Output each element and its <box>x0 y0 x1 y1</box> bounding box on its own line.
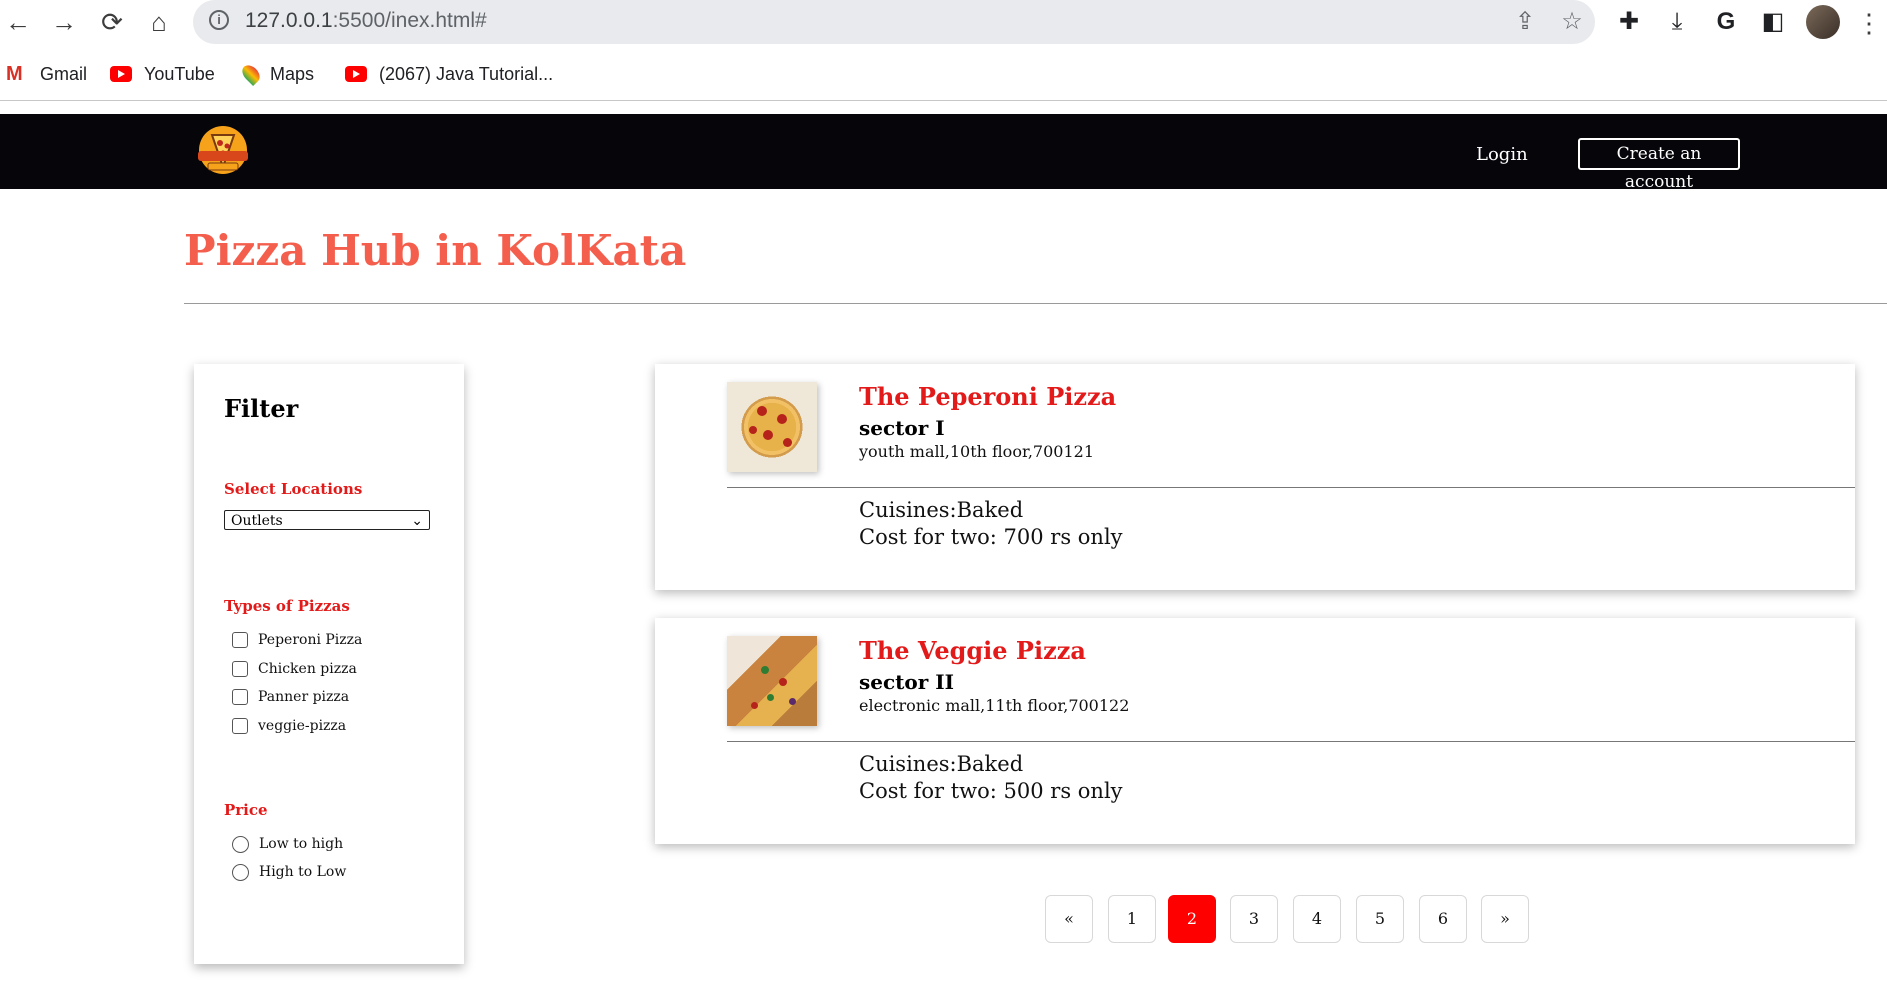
pizza-type-option[interactable]: Panner pizza <box>232 686 349 708</box>
price-label: Price <box>224 801 268 819</box>
pizza-types-label: Types of Pizzas <box>224 597 350 615</box>
bookmark-label: YouTube <box>144 63 215 84</box>
reload-icon[interactable]: ⟳ <box>96 6 128 38</box>
checkbox[interactable] <box>232 661 248 677</box>
pagination-page[interactable]: 4 <box>1293 895 1341 943</box>
option-label: High to Low <box>259 864 347 880</box>
option-label: Peperoni Pizza <box>258 632 363 648</box>
restaurant-address: youth mall,10th floor,700121 <box>859 442 1094 461</box>
card-divider <box>727 487 1855 488</box>
restaurant-cost: Cost for two: 700 rs only <box>859 525 1123 549</box>
menu-dots-icon[interactable]: ⋮ <box>1856 8 1882 38</box>
chrome-divider <box>0 100 1887 101</box>
pizza-type-option[interactable]: Peperoni Pizza <box>232 629 362 651</box>
option-label: Chicken pizza <box>258 661 357 677</box>
pagination-page-current[interactable]: 2 <box>1168 895 1216 943</box>
price-option[interactable]: Low to high <box>232 833 343 855</box>
bookmark-star-icon[interactable]: ☆ <box>1556 6 1588 38</box>
share-icon[interactable]: ⇪ <box>1509 6 1541 38</box>
locations-select[interactable]: Outlets ⌄ <box>224 510 430 530</box>
url-text[interactable]: 127.0.0.1:5500/inex.html# <box>245 9 487 33</box>
restaurant-sector: sector I <box>859 416 945 440</box>
pagination-prev[interactable]: « <box>1045 895 1093 943</box>
restaurant-cuisine: Cuisines:Baked <box>859 498 1024 522</box>
extensions-puzzle-icon[interactable]: ✚ <box>1613 6 1645 38</box>
site-navbar: Login Create an account <box>0 114 1887 192</box>
browser-toolbar: ← → ⟳ ⌂ i 127.0.0.1:5500/inex.html# ⇪ ☆ … <box>0 0 1887 44</box>
maps-pin-icon <box>238 61 264 87</box>
locations-select-value: Outlets <box>231 513 283 529</box>
bookmark-java-tutorial[interactable]: (2067) Java Tutorial... <box>345 62 553 86</box>
radio-button[interactable] <box>232 835 249 853</box>
option-label: Low to high <box>259 836 344 852</box>
pizza-image <box>727 636 817 726</box>
pagination-page[interactable]: 6 <box>1419 895 1467 943</box>
restaurant-name[interactable]: The Veggie Pizza <box>859 636 1086 665</box>
home-icon[interactable]: ⌂ <box>143 6 175 38</box>
pizza-image <box>727 382 817 472</box>
option-label: veggie-pizza <box>258 718 347 734</box>
restaurant-sector: sector II <box>859 670 954 694</box>
download-icon[interactable]: ⤓ <box>1661 6 1693 38</box>
create-account-button[interactable]: Create an account <box>1578 138 1740 192</box>
restaurant-cuisine: Cuisines:Baked <box>859 752 1024 776</box>
back-arrow-icon[interactable]: ← <box>2 6 34 38</box>
bookmark-label: Gmail <box>40 63 88 84</box>
option-label: Panner pizza <box>258 689 350 705</box>
pagination-page[interactable]: 3 <box>1230 895 1278 943</box>
price-option[interactable]: High to Low <box>232 861 346 883</box>
locations-label: Select Locations <box>224 480 363 498</box>
site-info-icon[interactable]: i <box>209 10 229 30</box>
youtube-icon <box>345 66 367 82</box>
pagination-next[interactable]: » <box>1481 895 1529 943</box>
pagination-page[interactable]: 5 <box>1356 895 1404 943</box>
bookmark-maps[interactable]: Maps <box>238 61 315 87</box>
address-bar[interactable]: i 127.0.0.1:5500/inex.html# ⇪ ☆ <box>193 0 1595 44</box>
restaurant-card[interactable]: The Veggie Pizza sector II electronic ma… <box>655 618 1855 844</box>
bookmarks-bar: M Gmail YouTube Maps (2067) Java Tutoria… <box>0 52 1887 94</box>
google-g-icon[interactable]: G <box>1710 6 1742 38</box>
filter-heading: Filter <box>224 394 299 423</box>
bookmark-gmail[interactable]: M Gmail <box>6 62 87 86</box>
page-title: Pizza Hub in KolKata <box>184 226 687 275</box>
bookmark-label: (2067) Java Tutorial... <box>379 63 554 84</box>
checkbox[interactable] <box>232 718 248 734</box>
avatar[interactable] <box>1806 5 1840 39</box>
login-link[interactable]: Login <box>1476 144 1528 165</box>
checkbox[interactable] <box>232 689 248 705</box>
chevron-down-icon: ⌄ <box>411 513 423 529</box>
filter-panel: Filter Select Locations Outlets ⌄ Types … <box>194 364 464 964</box>
youtube-icon <box>110 66 132 82</box>
pagination-page[interactable]: 1 <box>1108 895 1156 943</box>
bookmark-youtube[interactable]: YouTube <box>110 62 215 86</box>
side-panel-icon[interactable]: ◧ <box>1757 6 1789 38</box>
bookmark-label: Maps <box>270 63 315 84</box>
title-divider <box>184 303 1887 304</box>
restaurant-cost: Cost for two: 500 rs only <box>859 779 1123 803</box>
pizza-type-option[interactable]: veggie-pizza <box>232 715 346 737</box>
pizza-type-option[interactable]: Chicken pizza <box>232 658 357 680</box>
forward-arrow-icon[interactable]: → <box>48 6 80 38</box>
gmail-icon: M <box>6 63 23 85</box>
checkbox[interactable] <box>232 632 248 648</box>
restaurant-address: electronic mall,11th floor,700122 <box>859 696 1130 715</box>
pizza-logo-icon[interactable] <box>194 121 252 179</box>
restaurant-name[interactable]: The Peperoni Pizza <box>859 382 1116 411</box>
card-divider <box>727 741 1855 742</box>
radio-button[interactable] <box>232 863 249 881</box>
restaurant-card[interactable]: The Peperoni Pizza sector I youth mall,1… <box>655 364 1855 590</box>
